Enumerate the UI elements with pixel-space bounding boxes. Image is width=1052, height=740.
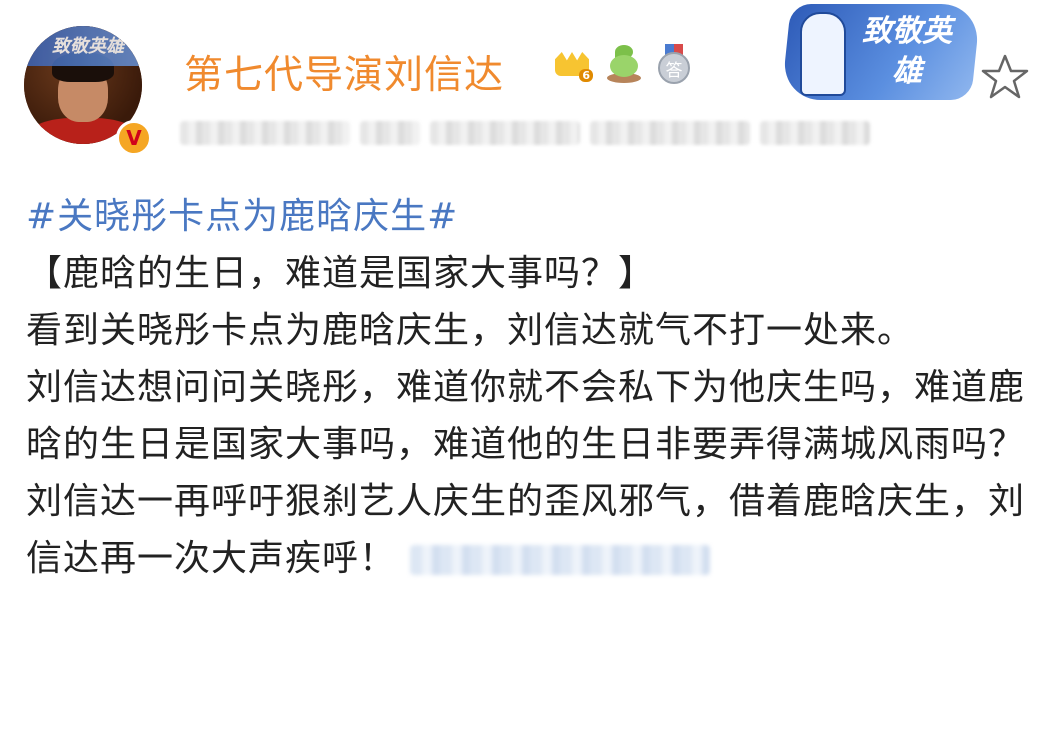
medal-icon[interactable]: 答 [657,44,691,86]
star-icon[interactable] [980,52,1030,102]
avatar-frame-text: 致敬英雄 [52,36,124,57]
username[interactable]: 第七代导演刘信达 [184,44,504,100]
sprout-icon[interactable] [605,45,643,85]
post-paragraph: 看到关晓彤卡点为鹿晗庆生，刘信达就气不打一处来。 [26,310,915,351]
post-body: #关晓彤卡点为鹿晗庆生# 【鹿晗的生日，难道是国家大事吗？】 看到关晓彤卡点为鹿… [26,188,1026,587]
post-paragraph: 刘信达想问问关晓彤，难道你就不会私下为他庆生吗，难道鹿晗的生日是国家大事吗，难道… [26,367,1026,465]
medal-text: 答 [658,52,690,84]
topic-link[interactable]: #关晓彤卡点为鹿晗庆生# [26,188,1026,245]
medic-figure-icon [800,12,846,96]
crown-icon[interactable]: 6 [553,46,593,84]
avatar-frame-banner: 致敬英雄 [24,26,142,66]
crown-level: 6 [579,69,593,82]
post-paragraph-last: 刘信达一再呼吁狠刹艺人庆生的歪风邪气，借着鹿晗庆生，刘信达再一次大声疾呼！ [26,473,1026,587]
hero-badge-text: 致敬英雄 [862,14,952,89]
hero-badge[interactable]: 致敬英雄 [780,4,982,100]
weibo-post: 致敬英雄 V 第七代导演刘信达 6 答 致敬英雄 #关晓彤卡点为鹿晗庆生# 【鹿… [0,0,1052,740]
post-meta-blurred [180,112,870,154]
avatar-container[interactable]: 致敬英雄 V [24,16,152,156]
user-badges: 6 答 [553,44,691,86]
post-paragraph: 【鹿晗的生日，难道是国家大事吗？】 [26,253,656,294]
blurred-text [410,545,711,575]
verified-badge-icon: V [116,120,152,156]
